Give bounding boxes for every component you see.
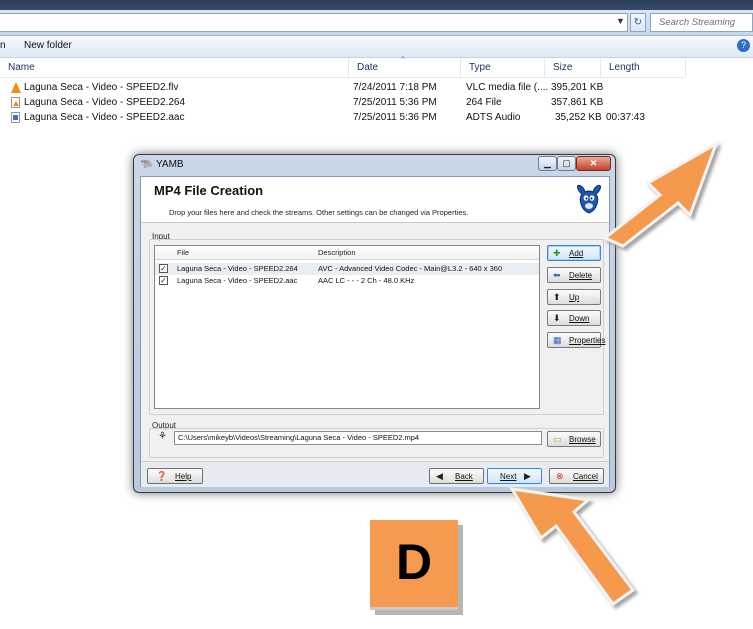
arrow-to-next-button [509,487,636,607]
next-arrow-icon: ▶ [524,471,531,481]
file-type: VLC media file (.... [466,82,549,93]
file-date: 7/25/2011 5:36 PM [353,112,437,123]
folder-icon: ▭ [553,434,562,444]
dialog-body: MP4 File Creation Drop your files here a… [140,176,610,487]
cancel-button[interactable]: ⊗ Cancel [549,468,604,484]
file-length: 00:37:43 [606,112,645,123]
add-button[interactable]: ✚ Add [547,245,601,261]
file-name: Laguna Seca - Video - SPEED2.aac [24,112,185,123]
explorer-address-bar: ▼ ↻ Search Streaming [0,10,753,36]
dialog-header-title: MP4 File Creation [154,183,264,198]
stream-file: Laguna Seca - Video - SPEED2.aac [177,276,298,285]
file-type: 264 File [466,97,502,108]
new-folder-button[interactable]: New folder [24,40,72,51]
add-icon: ✚ [553,248,561,258]
properties-button-label: Properties [569,336,606,345]
cancel-icon: ⊗ [556,471,564,481]
help-button-label: Help [175,472,192,481]
organize-menu[interactable]: n [0,40,6,51]
column-header-length[interactable]: Length [601,58,686,78]
properties-icon: ▦ [553,335,562,345]
file-name: Laguna Seca - Video - SPEED2.264 [24,97,186,108]
address-field[interactable] [0,13,628,32]
file-row[interactable]: Laguna Seca - Video - SPEED2.flv 7/24/20… [0,81,686,96]
column-header-date[interactable]: Date [349,58,461,78]
stream-row[interactable]: ✓ Laguna Seca - Video - SPEED2.aac AAC L… [155,275,539,287]
cancel-button-label: Cancel [573,472,598,481]
file-row[interactable]: Laguna Seca - Video - SPEED2.264 7/25/20… [0,96,686,111]
stream-checkbox[interactable]: ✓ [159,276,168,285]
gnu-logo-icon [576,184,602,214]
browse-button[interactable]: ▭ Browse [547,431,601,447]
file-date: 7/25/2011 5:36 PM [353,97,437,108]
delete-icon: ⬅ [553,270,561,280]
stream-row[interactable]: ✓ Laguna Seca - Video - SPEED2.264 AVC -… [155,263,539,275]
audio-file-icon [11,112,20,123]
help-icon: ❓ [156,471,168,481]
stream-col-description[interactable]: Description [318,248,356,257]
file-size: 35,252 KB [555,112,602,123]
file-size: 357,861 KB [551,97,604,108]
column-header-type[interactable]: Type [461,58,545,78]
dialog-window-title: YAMB [156,159,184,170]
arrow-up-icon: ⬆ [553,292,561,302]
down-button-label: Down [569,314,590,323]
file-date: 7/24/2011 7:18 PM [353,82,437,93]
step-badge: D [370,520,458,610]
vlc-file-icon [11,97,20,108]
search-placeholder: Search Streaming [659,17,736,28]
up-button-label: Up [569,293,580,302]
file-row[interactable]: Laguna Seca - Video - SPEED2.aac 7/25/20… [0,111,686,126]
minimize-button[interactable]: ▁ [538,156,557,171]
dialog-header: MP4 File Creation Drop your files here a… [141,177,609,223]
stream-col-file[interactable]: File [177,248,189,257]
vlc-cone-icon [11,82,21,93]
close-button[interactable]: ✕ [576,156,611,171]
stream-list[interactable]: File Description ✓ Laguna Seca - Video -… [154,245,540,409]
stream-description: AAC LC - - - 2 Ch - 48.0 KHz [318,276,415,285]
add-button-label: Add [569,249,584,258]
help-icon[interactable]: ? [737,39,750,52]
output-format-icon: ⚘ [158,431,167,442]
file-type: ADTS Audio [466,112,521,123]
screenshot-root: ▼ ↻ Search Streaming n New folder ? Name… [0,0,753,629]
refresh-icon[interactable]: ↻ [630,13,646,32]
explorer-command-bar: n New folder ? [0,36,753,58]
search-input[interactable]: Search Streaming [650,13,753,32]
back-button[interactable]: ◀ Back [429,468,484,484]
maximize-button[interactable]: ▢ [557,156,576,171]
delete-button[interactable]: ⬅ Delete [547,267,601,283]
stream-checkbox[interactable]: ✓ [159,264,168,273]
file-name: Laguna Seca - Video - SPEED2.flv [24,82,179,93]
step-letter: D [395,534,433,590]
yamb-app-icon: 🐃 [140,159,153,170]
sort-ascending-icon: ^ [401,55,405,64]
next-button-label: Next [500,472,517,481]
back-button-label: Back [455,472,473,481]
next-button[interactable]: Next ▶ [487,468,542,484]
properties-button[interactable]: ▦ Properties [547,332,605,348]
file-size: 395,201 KB [551,82,604,93]
help-button[interactable]: ❓ Help [147,468,203,484]
stream-file: Laguna Seca - Video - SPEED2.264 [177,264,298,273]
address-dropdown-icon[interactable]: ▼ [616,16,625,26]
arrow-down-icon: ⬇ [553,313,561,323]
stream-list-header: File Description [155,246,539,260]
dialog-header-subtitle: Drop your files here and check the strea… [169,208,469,217]
yamb-dialog: 🐃 YAMB ▁ ▢ ✕ MP4 File Creation Drop your… [133,154,616,493]
column-header-size[interactable]: Size [545,58,601,78]
back-arrow-icon: ◀ [436,471,443,481]
down-button[interactable]: ⬇ Down [547,310,601,326]
arrow-to-add-button [602,140,719,248]
stream-description: AVC - Advanced Video Codec - Main@L3.2 -… [318,264,503,273]
up-button[interactable]: ⬆ Up [547,289,601,305]
delete-button-label: Delete [569,271,593,280]
browse-button-label: Browse [569,435,596,444]
column-header-name[interactable]: Name [0,58,349,78]
output-path-field[interactable]: C:\Users\mikeyb\Videos\Streaming\Laguna … [174,431,542,445]
